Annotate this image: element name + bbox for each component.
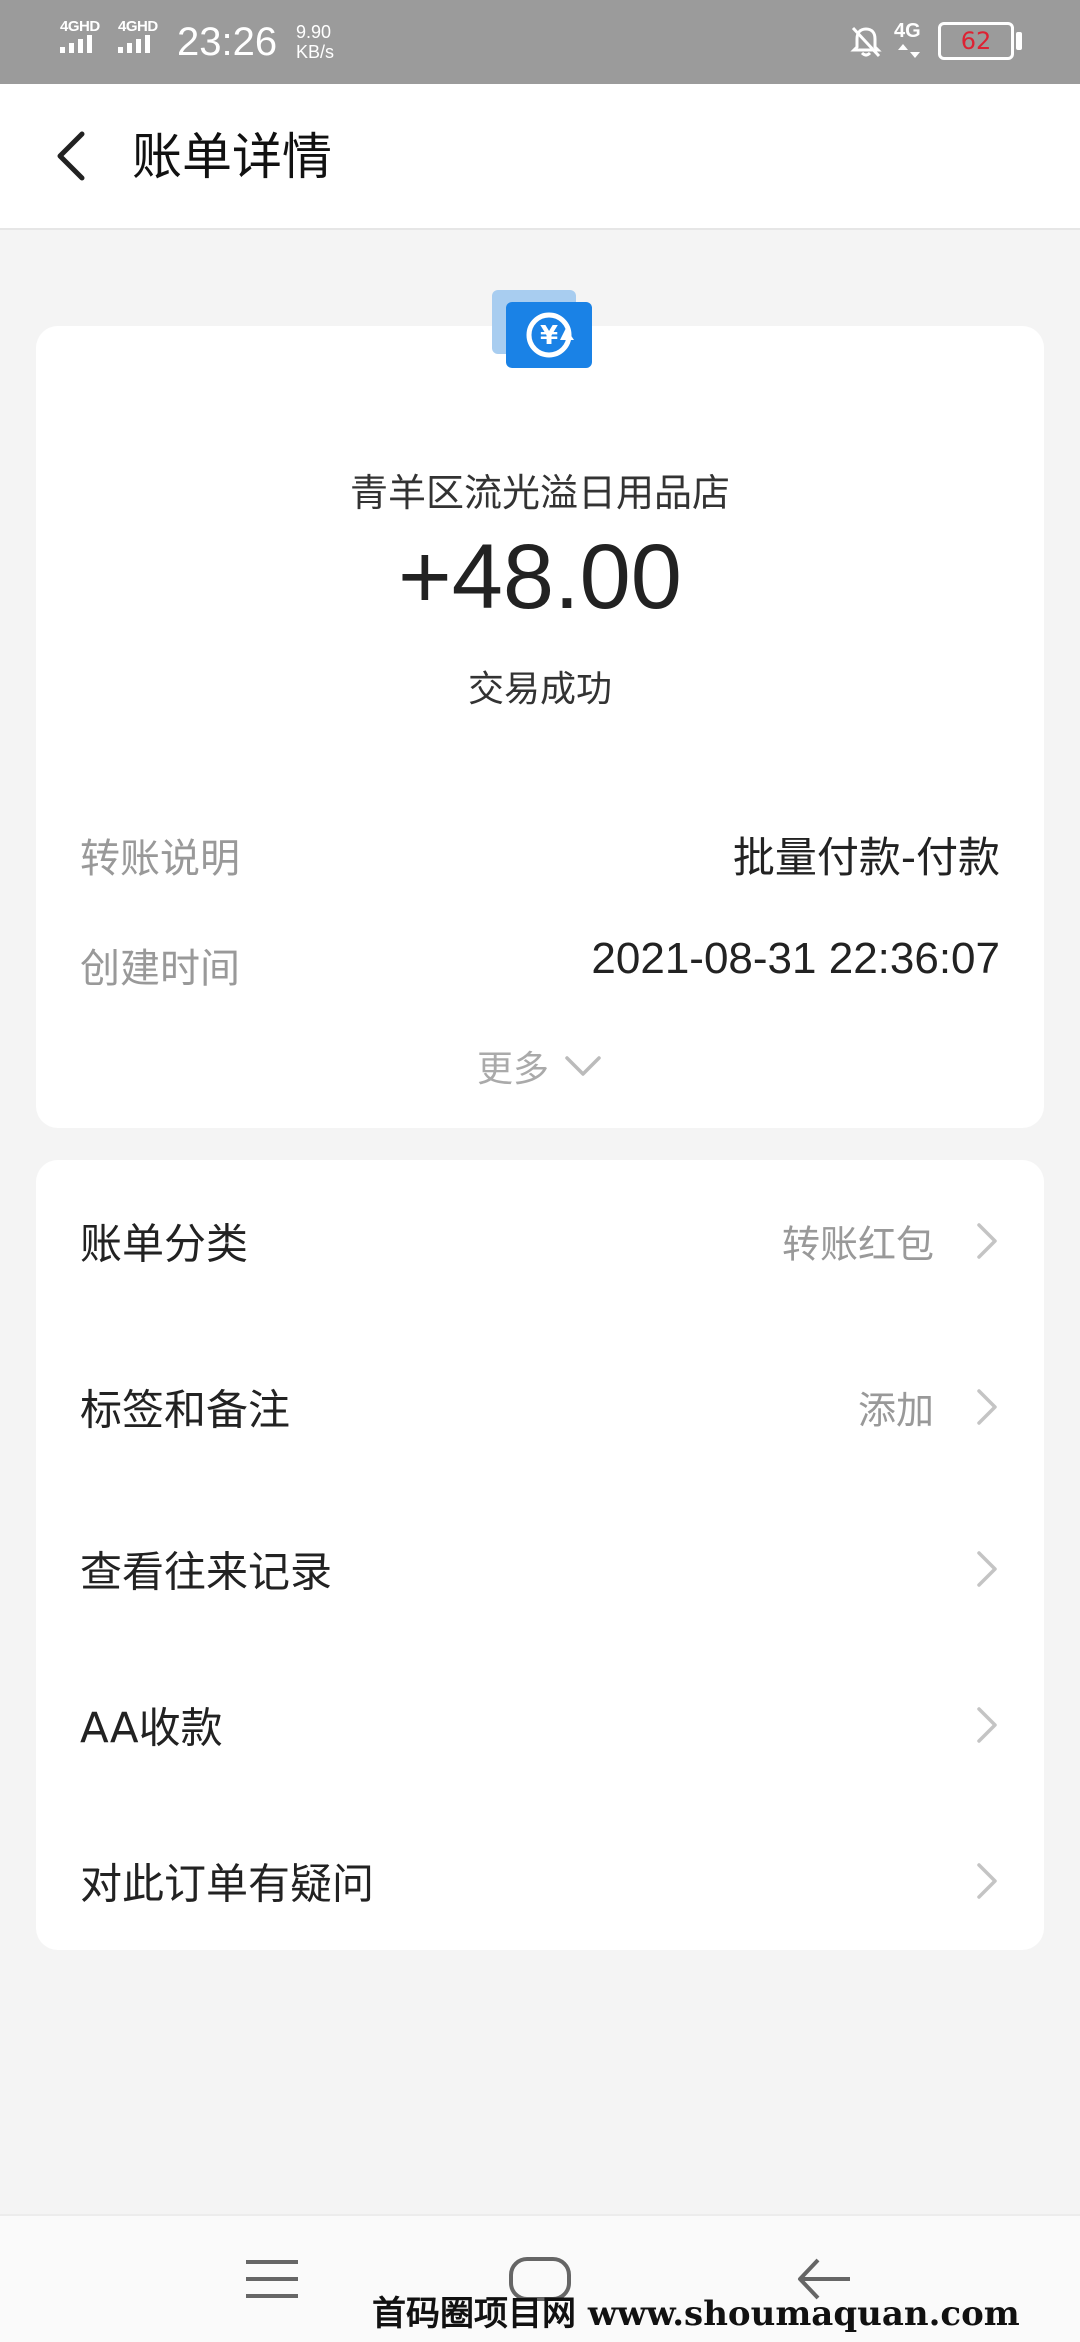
battery-tip — [1016, 32, 1022, 50]
status-bar: 4GHD 4GHD 23:26 9.90 KB/s 4G 62 — [0, 0, 1080, 84]
row-label: 账单分类 — [80, 1219, 249, 1269]
chevron-left-icon — [57, 131, 85, 181]
menu-icon[interactable] — [244, 2258, 300, 2300]
merchant-name: 青羊区流光溢日用品店 — [349, 471, 730, 515]
battery-level: 62 — [960, 27, 992, 55]
speed-value: 9.90 — [296, 22, 332, 42]
signal-bars-icon — [118, 35, 158, 53]
back-button[interactable] — [44, 126, 104, 186]
detail-value-transfer-note: 批量付款-付款 — [732, 833, 1000, 882]
chevron-down-icon — [565, 1056, 601, 1076]
row-label: AA收款 — [80, 1703, 223, 1753]
network-speed: 9.90 KB/s — [296, 22, 334, 62]
transaction-amount: +48.00 — [398, 526, 682, 628]
signal-bars-icon — [60, 35, 100, 53]
signal-label-1: 4GHD — [60, 18, 100, 35]
row-label: 标签和备注 — [80, 1385, 291, 1435]
row-aa-collection[interactable]: AA收款 — [36, 1650, 1044, 1800]
chevron-right-icon — [977, 1863, 997, 1899]
battery-icon: 62 — [938, 22, 1014, 60]
detail-label-created-time: 创建时间 — [80, 946, 240, 992]
row-tags-notes[interactable]: 标签和备注 添加 — [36, 1332, 1044, 1482]
row-bill-category[interactable]: 账单分类 转账红包 — [36, 1166, 1044, 1316]
page-title: 账单详情 — [132, 128, 332, 186]
signal-label-2: 4GHD — [118, 18, 158, 35]
data-arrows-icon — [898, 44, 920, 58]
chevron-right-icon — [977, 1389, 997, 1425]
network-type: 4G — [894, 20, 921, 42]
chevron-right-icon — [977, 1223, 997, 1259]
row-value: 转账红包 — [781, 1222, 934, 1267]
row-label: 查看往来记录 — [80, 1547, 333, 1597]
app-header: 账单详情 — [0, 84, 1080, 230]
detail-label-transfer-note: 转账说明 — [80, 836, 240, 882]
row-value: 添加 — [857, 1388, 934, 1433]
signal-indicator-1: 4GHD — [60, 18, 100, 53]
speed-unit: KB/s — [296, 42, 335, 62]
yuan-exchange-icon: ¥ — [492, 290, 592, 368]
transaction-status: 交易成功 — [467, 669, 612, 710]
chevron-right-icon — [977, 1707, 997, 1743]
chevron-right-icon — [977, 1551, 997, 1587]
signal-indicator-2: 4GHD — [118, 18, 158, 53]
more-label: 更多 — [476, 1049, 549, 1090]
clock: 23:26 — [177, 20, 278, 64]
watermark-text: 首码圈项目网 www.shoumaquan.com — [372, 2294, 1020, 2334]
detail-value-created-time: 2021-08-31 22:36:07 — [591, 934, 1000, 983]
svg-text:¥: ¥ — [540, 321, 558, 351]
bill-summary-card — [36, 326, 1044, 1128]
row-label: 对此订单有疑问 — [80, 1859, 375, 1909]
more-button[interactable]: 更多 — [0, 1040, 1080, 1092]
row-view-records[interactable]: 查看往来记录 — [36, 1494, 1044, 1644]
bell-muted-icon — [850, 26, 882, 58]
row-order-question[interactable]: 对此订单有疑问 — [36, 1806, 1044, 1956]
